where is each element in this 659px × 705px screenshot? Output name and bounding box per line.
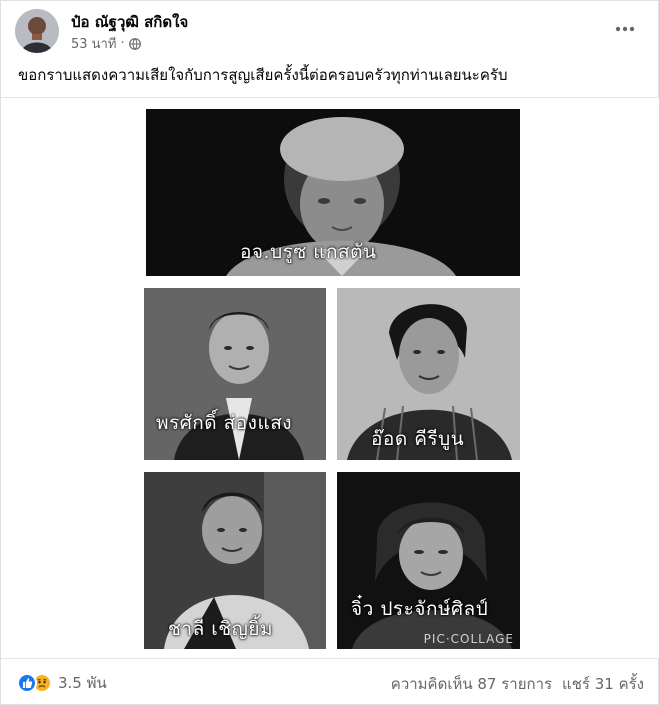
collage-photo-5: จิ๋ว ประจักษ์ศิลป์ PIC·COLLAGE [337,472,520,649]
meta-separator: · [120,36,125,51]
post-media[interactable]: อจ.บรูซ แกสตัน พรศักดิ์ ส่องแสง อ๊อด คีร… [1,98,659,658]
photo-caption: จิ๋ว ประจักษ์ศิลป์ [351,598,489,620]
like-icon [17,673,37,693]
collage-photo-2: พรศักดิ์ ส่องแสง [144,288,326,460]
collage-photo-1: อจ.บรูซ แกสตัน [146,109,520,276]
reactions-summary[interactable]: 3.5 พัน [17,671,107,695]
post-header: ป๋อ ณัฐวุฒิ สกิดใจ 53 นาที · [15,9,645,55]
photo-caption: ชาลี เชิญยิ้ม [168,618,273,640]
shares-count-link[interactable]: แชร์ 31 ครั้ง [562,672,644,696]
divider [1,658,659,659]
collage-photo-4: ชาลี เชิญยิ้ม [144,472,326,649]
collage-watermark: PIC·COLLAGE [423,632,514,646]
facebook-post: ป๋อ ณัฐวุฒิ สกิดใจ 53 นาที · ขอกราบแสดงค… [0,0,659,705]
post-stats: ความคิดเห็น 87 รายการ แชร์ 31 ครั้ง [391,672,644,696]
avatar[interactable] [15,9,59,53]
more-options-icon[interactable] [611,15,639,43]
photo-caption: พรศักดิ์ ส่องแสง [156,412,293,434]
reaction-count[interactable]: 3.5 พัน [58,671,107,695]
globe-icon[interactable] [128,37,141,50]
post-meta: 53 นาที · [71,33,141,54]
post-text: ขอกราบแสดงความเสียใจกับการสูญเสียครั้งนี… [18,66,508,84]
photo-collage[interactable]: อจ.บรูซ แกสตัน พรศักดิ์ ส่องแสง อ๊อด คีร… [141,108,524,650]
comments-count-link[interactable]: ความคิดเห็น 87 รายการ [391,672,552,696]
photo-caption: อจ.บรูซ แกสตัน [240,241,377,263]
photo-caption: อ๊อด คีรีบูน [371,428,465,450]
author-name[interactable]: ป๋อ ณัฐวุฒิ สกิดใจ [71,10,188,34]
post-footer: 3.5 พัน ความคิดเห็น 87 รายการ แชร์ 31 คร… [17,669,644,697]
collage-photo-3: อ๊อด คีรีบูน [337,288,520,460]
post-time[interactable]: 53 นาที [71,33,116,54]
